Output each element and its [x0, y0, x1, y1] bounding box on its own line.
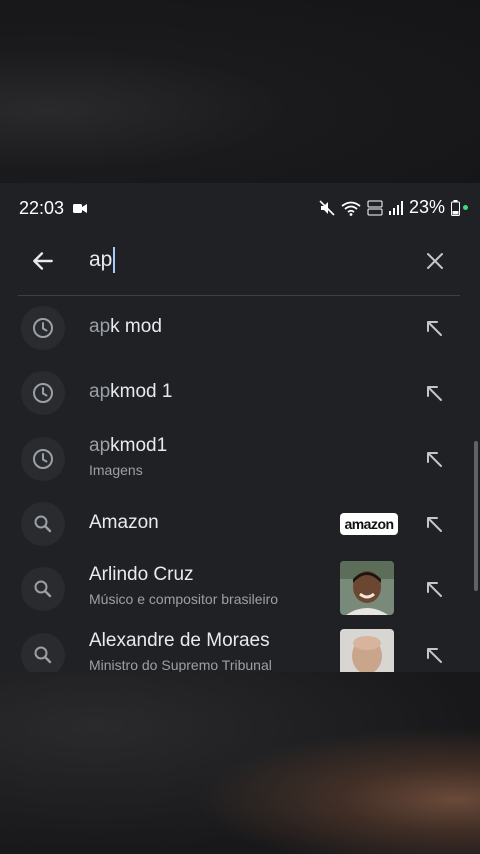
- privacy-indicator: [463, 205, 468, 210]
- suggestion-item[interactable]: apkmod1 Imagens: [0, 426, 480, 492]
- suggestion-title: Alexandre de Moraes: [89, 630, 270, 651]
- blurred-background-top: [0, 0, 480, 183]
- suggestion-title: Arlindo Cruz: [89, 564, 194, 585]
- person-photo-icon: [340, 561, 394, 615]
- person-photo-thumbnail: [340, 561, 394, 615]
- suggestion-title: apk mod: [89, 316, 162, 337]
- blurred-background-bottom: [0, 672, 480, 854]
- back-arrow-icon[interactable]: [30, 248, 56, 274]
- suggestion-subtitle: Ministro do Supremo Tribunal: [89, 657, 272, 672]
- suggestion-title: apkmod 1: [89, 381, 173, 402]
- status-time: 22:03: [19, 198, 65, 218]
- search-icon: [34, 646, 52, 664]
- fill-query-arrow-icon[interactable]: [424, 579, 444, 599]
- mute-icon: [319, 199, 335, 216]
- signal-icon: [388, 200, 403, 215]
- status-icons: 23%: [319, 197, 468, 218]
- status-bar: 22:03 23%: [0, 183, 480, 233]
- search-bar: ap: [0, 238, 480, 284]
- phone-screen: 22:03 23% ap apk mod apkmod 1 apkmod1 Im…: [0, 183, 480, 672]
- amazon-logo-text: amazon: [344, 516, 394, 532]
- fill-query-arrow-icon[interactable]: [424, 514, 444, 534]
- fill-query-arrow-icon[interactable]: [424, 449, 444, 469]
- scrollbar[interactable]: [474, 441, 478, 591]
- text-cursor: [113, 247, 116, 273]
- suggestion-item[interactable]: Amazon amazon: [0, 492, 480, 556]
- volte-icon: [367, 200, 383, 215]
- suggestion-subtitle: Imagens: [89, 462, 143, 478]
- suggestion-item[interactable]: apkmod 1: [0, 361, 480, 426]
- fill-query-arrow-icon[interactable]: [424, 645, 444, 665]
- wifi-icon: [341, 201, 361, 216]
- fill-query-arrow-icon[interactable]: [424, 318, 444, 338]
- fill-query-arrow-icon[interactable]: [424, 383, 444, 403]
- search-query-text: ap: [89, 248, 113, 271]
- battery-icon: [451, 199, 460, 216]
- video-camera-icon: [73, 204, 87, 213]
- suggestion-item[interactable]: apk mod: [0, 296, 480, 361]
- search-icon: [34, 580, 52, 598]
- suggestion-title: apkmod1: [89, 435, 168, 456]
- search-input[interactable]: ap: [89, 247, 116, 273]
- battery-percentage: 23%: [408, 197, 445, 217]
- search-icon: [34, 515, 52, 533]
- suggestion-item[interactable]: Alexandre de Moraes Ministro do Supremo …: [0, 622, 480, 672]
- suggestion-title: Amazon: [89, 512, 159, 533]
- history-icon: [33, 383, 53, 403]
- person-photo-thumbnail: [340, 629, 394, 672]
- person-photo-icon: [340, 629, 394, 672]
- history-icon: [33, 318, 53, 338]
- history-icon: [33, 449, 53, 469]
- suggestion-list: apk mod apkmod 1 apkmod1 Imagens Amazon …: [0, 296, 480, 672]
- amazon-logo-thumbnail: amazon: [340, 513, 398, 535]
- suggestion-item[interactable]: Arlindo Cruz Músico e compositor brasile…: [0, 556, 480, 622]
- suggestion-subtitle: Músico e compositor brasileiro: [89, 591, 279, 607]
- close-icon[interactable]: [424, 250, 446, 272]
